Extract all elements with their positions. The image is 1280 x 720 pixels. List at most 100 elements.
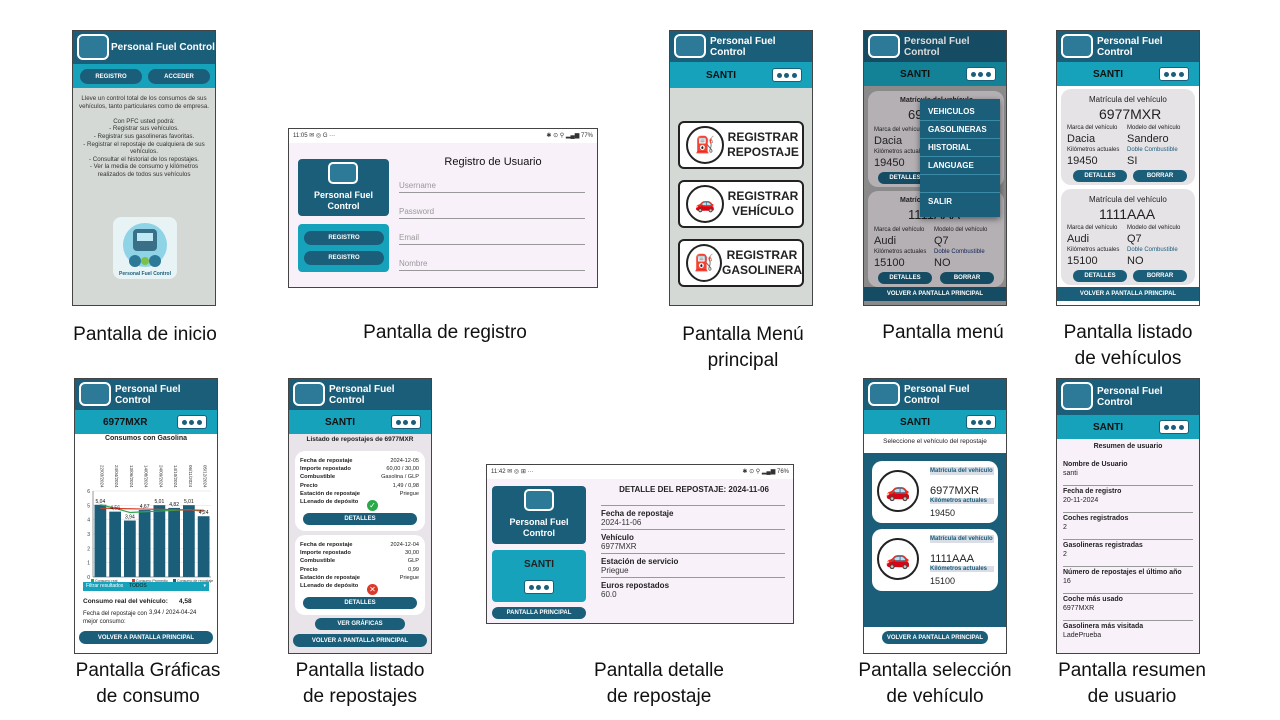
y-tick-label: 6 (87, 489, 90, 495)
vehicle-option-2[interactable]: 🚗 Matrícula del vehículo 1111AAA Kilómet… (872, 529, 998, 591)
precio-value: 0,99 (408, 566, 419, 573)
summary-value: 20-11-2024 (1063, 497, 1099, 504)
user-name: SANTI (900, 68, 930, 80)
volver-button[interactable]: VOLVER A PANTALLA PRINCIPAL (79, 631, 213, 644)
registrar-vehiculo-button[interactable]: 🚗 REGISTRAR VEHÍCULO (678, 180, 804, 228)
caption-seleccion-1: Pantalla selección (858, 660, 1012, 681)
borrar-button[interactable]: BORRAR (1133, 170, 1187, 182)
plate-label: Matrícula del vehículo (1089, 95, 1167, 104)
summary-value: santi (1063, 470, 1078, 477)
plate-label: Matrícula del vehículo (1089, 195, 1167, 204)
pump-logo-icon (79, 382, 111, 406)
more-menu-icon[interactable] (524, 580, 554, 594)
borrar-button[interactable]: BORRAR (940, 272, 994, 284)
collage: Personal Fuel Control REGISTRO ACCEDER L… (0, 0, 1280, 720)
detalles-button[interactable]: DETALLES (878, 272, 932, 284)
summary-value: 6977MXR (1063, 605, 1095, 612)
screen-menu: Personal Fuel Control SANTI Matrícula de… (863, 30, 1007, 306)
menu-item-salir[interactable]: SALIR (920, 193, 1000, 210)
summary-label: Fecha de registro (1063, 488, 1122, 495)
status-bar: 11:05 ✉ ◎ G ··· ✱ ⊙ ⚲ ▂▄▆ 77% (289, 129, 597, 143)
estacion-label: Estación de repostaje (300, 574, 360, 581)
plate-value: 6977MXR (103, 416, 148, 428)
acceder-button[interactable]: ACCEDER (148, 69, 210, 84)
modelo-label: Modelo del vehículo (1127, 225, 1181, 231)
summary-row: Fecha de registro 20-11-2024 (1063, 486, 1193, 513)
volver-button[interactable]: VOLVER A PANTALLA PRINCIPAL (864, 287, 1006, 301)
labels-2: Fecha de repostaje Importe repostado Com… (300, 541, 360, 590)
user-panel: SANTI (492, 550, 586, 602)
nombre-field[interactable]: Nombre (399, 259, 585, 271)
euros-label: Euros repostados (601, 581, 670, 590)
menu-item-language[interactable]: LANGUAGE (920, 157, 1000, 175)
menu-item-vehiculos[interactable]: VEHICULOS (920, 103, 1000, 121)
km-value: 19450 (1067, 155, 1098, 167)
detail-row: Estación de servicio Priegue (601, 553, 785, 577)
filter-bar[interactable]: Filtrar resultados TODOS ▾ (83, 582, 209, 591)
detalles-button[interactable]: DETALLES (1073, 170, 1127, 182)
pump-logo-icon (524, 489, 554, 511)
x-tick-label: 24/09/2024 (158, 465, 163, 488)
data-label: 4,56 (110, 506, 120, 512)
app-title: Personal Fuel Control (1097, 35, 1163, 58)
x-tick-label: 24/04/2024 (114, 465, 119, 488)
password-field[interactable]: Password (399, 207, 585, 219)
labels-1: Fecha de repostaje Importe repostado Com… (300, 457, 360, 506)
caption-detalle-1: Pantalla detalle (594, 660, 724, 681)
registrar-repostaje-button[interactable]: ⛽ REGISTRAR REPOSTAJE (678, 121, 804, 169)
ver-graficas-button[interactable]: VER GRÁFICAS (315, 618, 405, 630)
more-menu-icon[interactable] (1159, 67, 1189, 81)
consumption-chart: 0 1 2 3 4 5 6 22/03/2024 24/04/2024 13/06/2024 14/… (87, 465, 213, 583)
data-label: 3,94 (125, 515, 135, 521)
plate-bar: 6977MXR (75, 410, 217, 434)
app-header: Personal Fuel Control (73, 31, 215, 64)
more-menu-icon[interactable] (177, 415, 207, 429)
status-right: ✱ ⊙ ⚲ ▂▄▆ 76% (742, 469, 789, 475)
importe-label: Importe repostado (300, 550, 351, 557)
data-label: 4,67 (140, 504, 150, 510)
borrar-button[interactable]: BORRAR (1133, 270, 1187, 282)
more-menu-icon[interactable] (772, 68, 802, 82)
combustible-label: Combustible (300, 558, 336, 565)
volver-button[interactable]: VOLVER A PANTALLA PRINCIPAL (882, 631, 988, 644)
email-field[interactable]: Email (399, 233, 585, 245)
detalles-button[interactable]: DETALLES (303, 513, 417, 525)
marca-label: Marca del vehículo (1067, 225, 1118, 231)
marca-value: Dacia (1067, 133, 1096, 145)
registro-button-1[interactable]: REGISTRO (304, 231, 384, 245)
y-tick-label: 1 (87, 561, 90, 567)
check-icon: ✓ (367, 500, 378, 511)
pump-logo-icon (1061, 382, 1093, 410)
menu-item-gasolineras[interactable]: GASOLINERAS (920, 121, 1000, 139)
more-menu-icon[interactable] (1159, 420, 1189, 434)
caption-menu-principal-1: Pantalla Menú (682, 324, 804, 345)
app-header: Personal Fuel Control (1057, 31, 1199, 62)
detalles-button[interactable]: DETALLES (303, 597, 417, 609)
screen-seleccion-vehiculo: Personal Fuel Control SANTI Seleccione e… (863, 378, 1007, 654)
pantalla-principal-button[interactable]: PANTALLA PRINCIPAL (492, 607, 586, 619)
logo-title: Personal Fuel Control (313, 190, 374, 211)
importe-value: 30,00 (405, 550, 419, 557)
status-bar: 11:42 ✉ ◎ ⊞ ··· ✱ ⊙ ⚲ ▂▄▆ 76% (487, 465, 793, 479)
fecha-label: Fecha de repostaje (300, 542, 353, 548)
registro-button[interactable]: REGISTRO (80, 69, 142, 84)
bar (183, 505, 195, 577)
volver-button[interactable]: VOLVER A PANTALLA PRINCIPAL (293, 634, 427, 647)
estacion-value: Priegue (399, 574, 419, 581)
caption-listado-vehiculos-2: de vehículos (1074, 348, 1182, 369)
registrar-gasolinera-button[interactable]: ⛽ REGISTRAR GASOLINERA (678, 239, 804, 287)
username-field[interactable]: Username (399, 181, 585, 193)
more-menu-icon[interactable] (966, 67, 996, 81)
volver-button[interactable]: VOLVER A PANTALLA PRINCIPAL (1057, 287, 1199, 301)
vehiculo-value: 6977MXR (601, 542, 637, 551)
combustible-value: Gasolina / GLP (381, 474, 419, 481)
registrar-vehiculo-label: REGISTRAR VEHÍCULO (727, 189, 799, 218)
detalles-button[interactable]: DETALLES (1073, 270, 1127, 282)
more-menu-icon[interactable] (966, 415, 996, 429)
more-menu-icon[interactable] (391, 415, 421, 429)
status-right: ✱ ⊙ ⚲ ▂▄▆ 77% (546, 133, 593, 139)
menu-item-historial[interactable]: HISTORIAL (920, 139, 1000, 157)
vehicle-option-1[interactable]: 🚗 Matrícula del vehículo 6977MXR Kilómet… (872, 461, 998, 523)
registro-button-2[interactable]: REGISTRO (304, 251, 384, 265)
menu-item-blank[interactable] (920, 175, 1000, 193)
